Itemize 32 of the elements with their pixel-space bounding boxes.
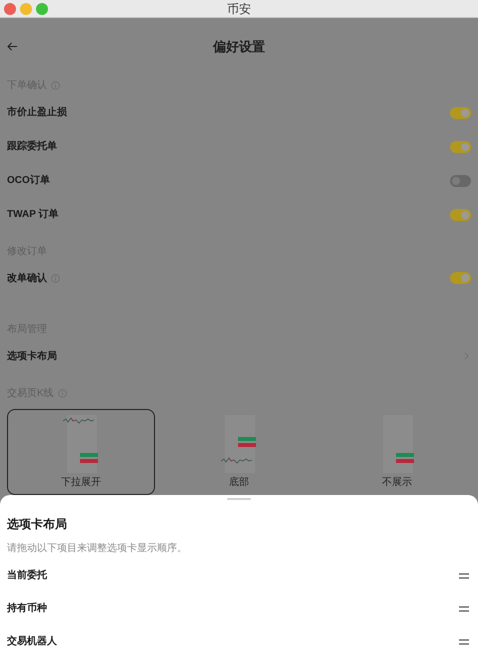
toggle-switch[interactable]: [450, 208, 471, 221]
toggle-switch[interactable]: [450, 174, 471, 187]
tab-item-label: 当前委托: [7, 568, 47, 583]
close-button[interactable]: [4, 3, 16, 15]
drag-handle-icon[interactable]: [459, 638, 469, 644]
sheet-title: 选项卡布局: [7, 516, 67, 533]
toggle-switch[interactable]: [450, 106, 471, 119]
setting-label: 跟踪委托单: [7, 139, 57, 154]
sheet-description: 请拖动以下项目来调整选项卡显示顺序。: [7, 542, 187, 556]
setting-label: 市价止盈止损: [7, 105, 67, 120]
drag-handle-icon[interactable]: [459, 606, 469, 612]
zoom-button[interactable]: [36, 3, 48, 15]
page-title: 偏好设置: [213, 38, 265, 56]
drag-handle[interactable]: [227, 498, 251, 500]
tab-item-label: 持有币种: [7, 602, 47, 616]
setting-label: 改单确认: [7, 272, 47, 286]
settings-row[interactable]: 选项卡布局: [7, 339, 471, 374]
layout-option[interactable]: 不展示: [323, 409, 471, 496]
window-title: 币安: [227, 0, 251, 18]
setting-label: 选项卡布局: [7, 350, 57, 364]
chart-preview-drawing: [63, 415, 99, 474]
toggle-switch[interactable]: [450, 272, 471, 284]
setting-label: TWAP 订单: [7, 208, 58, 222]
back-icon[interactable]: [7, 42, 18, 51]
toggle-switch[interactable]: [450, 140, 471, 153]
layout-option[interactable]: 下拉展开: [7, 409, 155, 496]
tab-item-label: 交易机器人: [7, 634, 57, 649]
setting-label: OCO订单: [7, 174, 50, 188]
drag-handle-icon[interactable]: [459, 572, 469, 578]
minimize-button[interactable]: [20, 3, 32, 15]
chart-preview-drawing: [221, 415, 257, 474]
layout-option[interactable]: 底部: [165, 409, 313, 496]
